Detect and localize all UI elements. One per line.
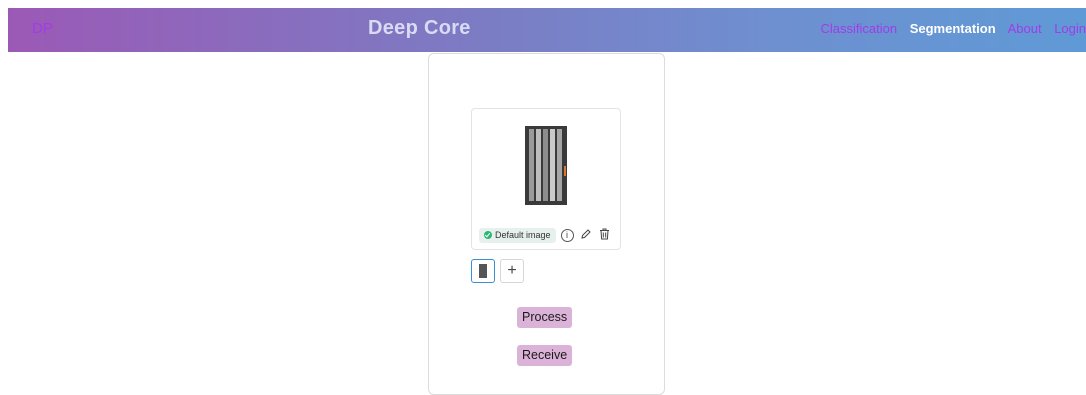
image-uploader[interactable]: Default image i bbox=[471, 108, 621, 250]
check-circle-icon bbox=[484, 231, 492, 239]
nav-classification[interactable]: Classification bbox=[820, 21, 897, 36]
navbar: DP Deep Core Classification Segmentation… bbox=[8, 8, 1086, 52]
badge-label: Default image bbox=[495, 230, 551, 240]
add-image-button[interactable]: + bbox=[500, 259, 524, 283]
nav-about[interactable]: About bbox=[1008, 21, 1042, 36]
brand-title[interactable]: Deep Core bbox=[368, 17, 471, 40]
default-image-badge: Default image bbox=[479, 227, 556, 243]
nav-links: Classification Segmentation About Login bbox=[820, 21, 1086, 36]
edit-pencil-icon[interactable] bbox=[579, 228, 593, 242]
trash-icon[interactable] bbox=[598, 228, 612, 242]
nav-segmentation[interactable]: Segmentation bbox=[910, 21, 996, 36]
nav-login[interactable]: Login bbox=[1054, 21, 1086, 36]
info-icon[interactable]: i bbox=[560, 228, 574, 242]
segmentation-card: Default image i + Process Receive bbox=[428, 53, 665, 395]
thumbnail-selected[interactable] bbox=[471, 259, 495, 283]
receive-button[interactable]: Receive bbox=[517, 345, 573, 366]
core-sample-image bbox=[525, 126, 567, 205]
image-thumbnail-list: + bbox=[471, 259, 524, 283]
brand-logo[interactable]: DP bbox=[32, 20, 53, 37]
process-button[interactable]: Process bbox=[517, 307, 573, 328]
image-toolbar: Default image i bbox=[479, 227, 612, 243]
